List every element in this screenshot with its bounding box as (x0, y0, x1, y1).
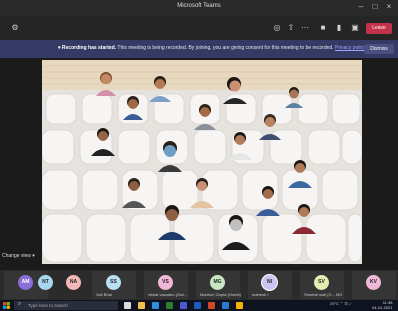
file-explorer-icon[interactable] (138, 302, 145, 309)
search-placeholder: Type here to search (28, 303, 68, 308)
leave-button[interactable]: Leave (366, 23, 392, 34)
participant-tile[interactable]: VS vishal vasudeo (Gue... (144, 271, 188, 299)
change-view-button[interactable]: Change view ▾ (2, 253, 35, 259)
word-icon[interactable] (194, 302, 201, 309)
meeting-stage: Change view ▾ (0, 58, 398, 270)
outlook-icon[interactable] (222, 302, 229, 309)
participant-name: Madhuri Gupta (Guest) (200, 292, 241, 297)
task-view-icon[interactable] (124, 302, 131, 309)
search-icon: ⌕ (18, 301, 22, 307)
excel-icon[interactable] (166, 302, 173, 309)
clock-date: 04-10-2021 (372, 304, 393, 310)
auditorium-scene (42, 60, 362, 264)
share-icon[interactable]: ⇧ (286, 23, 296, 33)
recording-text: This meeting is being recorded. By joini… (117, 45, 334, 51)
minimize-icon[interactable]: – (356, 2, 366, 12)
participant-strip: AM NT NA SS Sali Bhai VS vishal vasudeo … (0, 270, 398, 300)
change-view-label: Change view (2, 253, 31, 259)
dismiss-button[interactable]: Dismiss (364, 44, 394, 54)
recording-icon: ⏺ (58, 45, 61, 51)
close-icon[interactable]: × (384, 2, 394, 12)
participant-tile[interactable]: KV (352, 271, 396, 299)
recording-message: ⏺ Recording has started. This meeting is… (58, 45, 366, 51)
taskbar: ⌕ Type here to search 29°C ⌃ ⊡ ♪ 11:38 0… (0, 300, 398, 311)
avatar: NI (262, 275, 277, 290)
dismiss-label: Dismiss (370, 46, 388, 52)
windows-start-icon[interactable] (3, 302, 10, 309)
together-mode-view (42, 60, 362, 264)
edge-icon[interactable] (152, 302, 159, 309)
avatar: SS (106, 275, 121, 290)
camera-icon[interactable]: ■ (318, 23, 328, 33)
taskbar-clock[interactable]: 11:38 04-10-2021 (372, 300, 393, 310)
participant-name: Sali Bhai (96, 292, 112, 297)
avatar: SV (314, 275, 329, 290)
mic-icon[interactable]: ▮ (334, 23, 344, 33)
system-tray[interactable]: 29°C ⌃ ⊡ ♪ (330, 301, 351, 306)
avatar: MG (210, 275, 225, 290)
participant-name: mahesh I (252, 292, 269, 297)
recording-title: Recording has started. (61, 45, 117, 51)
teams-window: Microsoft Teams – □ × ⚙ ◎ ⇧ ⋯ ■ ▮ ▣ Leav… (0, 0, 398, 311)
chat-icon[interactable]: ▣ (350, 23, 360, 33)
title-bar: Microsoft Teams – □ × (0, 0, 398, 16)
taskbar-search[interactable]: ⌕ Type here to search (14, 301, 118, 310)
avatar: AM (18, 275, 33, 290)
participant-tile[interactable]: NA (60, 271, 88, 299)
window-title: Microsoft Teams (177, 3, 221, 9)
powerpoint-icon[interactable] (208, 302, 215, 309)
avatar: NT (38, 275, 53, 290)
maximize-icon[interactable]: □ (370, 2, 380, 12)
avatar: NA (66, 275, 81, 290)
avatar: KV (366, 275, 381, 290)
avatar: VS (158, 275, 173, 290)
chrome-icon[interactable] (236, 302, 243, 309)
more-options-icon[interactable]: ⋯ (300, 23, 310, 33)
participant-tile[interactable]: MG Madhuri Gupta (Guest) (196, 271, 241, 299)
leave-label: Leave (372, 25, 386, 31)
recording-banner: ⏺ Recording has started. This meeting is… (0, 40, 398, 58)
participant-name: vishal vasudeo (Gue... (148, 292, 188, 297)
teams-icon[interactable] (180, 302, 187, 309)
meeting-settings-icon[interactable]: ⚙ (10, 23, 20, 33)
privacy-policy-link[interactable]: Privacy policy (335, 45, 366, 51)
weather-text: 29°C (330, 301, 339, 306)
participant-tile[interactable]: SS Sali Bhai (92, 271, 136, 299)
participant-tile[interactable]: SV Sheetal mall (G... MS (300, 271, 344, 299)
participant-tile[interactable]: NI mahesh I (248, 271, 292, 299)
speaker-icon[interactable]: ◎ (272, 23, 282, 33)
participant-tile[interactable]: NT (32, 271, 60, 299)
participant-name: Sheetal mall (G... MS (304, 292, 343, 297)
meeting-toolbar: ⚙ ◎ ⇧ ⋯ ■ ▮ ▣ Leave (0, 16, 398, 40)
